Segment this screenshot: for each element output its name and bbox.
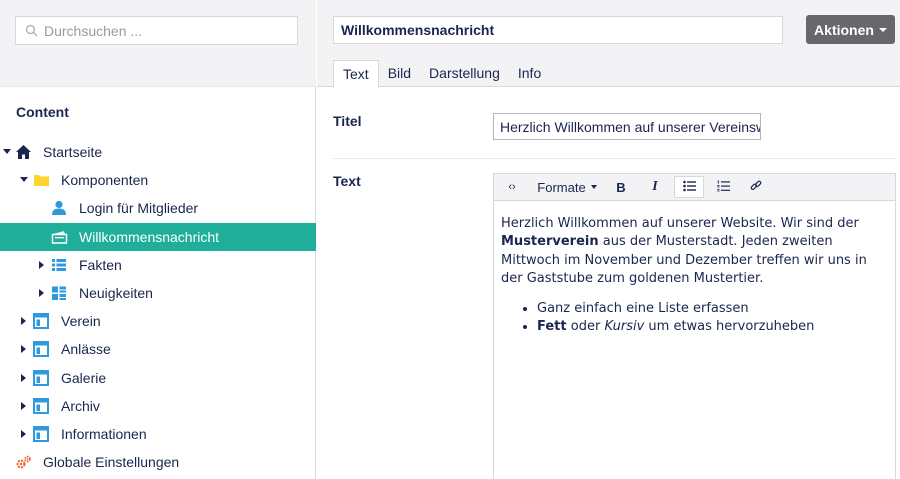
titel-label: Titel [333,113,362,129]
tree-item-galerie[interactable]: Galerie [0,364,316,392]
search-input[interactable] [44,22,284,39]
editor-toolbar: ‹› Formate B I [494,174,895,201]
tree-item-label: Informationen [61,425,147,442]
search-icon [24,24,38,38]
collapse-caret-icon[interactable] [3,149,11,154]
sidebar: Content Startseite Komponenten Login für… [0,0,316,479]
tree-item-anlaesse[interactable]: Anlässe [0,335,316,363]
tree-item-globale-einstellungen[interactable]: Globale Einstellungen [0,448,316,476]
tree-item-komponenten[interactable]: Komponenten [0,166,316,194]
actions-button[interactable]: Aktionen [806,15,895,44]
list-icon [51,257,67,273]
expand-caret-icon[interactable] [21,345,26,354]
content-list: Ganz einfach eine Liste erfassen Fett od… [501,300,888,336]
tree-item-label: Globale Einstellungen [43,454,180,471]
expand-caret-icon[interactable] [39,288,44,297]
tree-item-informationen[interactable]: Informationen [0,420,316,448]
list-item: Ganz einfach eine Liste erfassen [537,300,888,318]
page-icon [33,369,49,386]
tree-item-verein[interactable]: Verein [0,307,316,335]
tree-item-willkommensnachricht[interactable]: Willkommensnachricht [0,222,316,251]
page-icon [33,425,49,442]
expand-caret-icon[interactable] [21,401,26,410]
caret-down-icon [878,27,887,32]
bold-text: Musterverein [501,234,599,250]
tree-item-fakten[interactable]: Fakten [0,251,316,279]
text-label: Text [333,173,361,189]
actions-label: Aktionen [814,21,874,38]
tab-bar: Text Bild Darstellung Info [333,59,550,88]
tree-item-label: Fakten [79,256,122,273]
list-item-text: um etwas hervorzuheben [644,319,815,335]
editor-content[interactable]: Herzlich Willkommen auf unserer Website.… [494,201,895,336]
italic-button[interactable]: I [647,176,663,198]
expand-caret-icon[interactable] [21,429,26,438]
content-heading: Content [16,104,69,120]
formats-dropdown[interactable]: Formate [535,176,599,198]
page-icon [33,341,49,358]
tab-bild[interactable]: Bild [379,59,420,87]
page-tree: Startseite Komponenten Login für Mitglie… [0,138,316,476]
element-name-input[interactable] [333,16,783,44]
tree-item-label: Login für Mitglieder [79,200,199,217]
list-item: Fett oder Kursiv um etwas hervorzuheben [537,318,888,336]
tab-darstellung[interactable]: Darstellung [420,59,509,87]
message-icon [51,229,68,245]
search-box[interactable] [15,16,298,45]
link-icon [750,180,762,195]
expand-caret-icon[interactable] [21,373,26,382]
formats-label: Formate [537,179,586,195]
list-item-text: oder [566,319,605,335]
italic-text: Kursiv [604,319,645,335]
tree-item-archiv[interactable]: Archiv [0,392,316,420]
bullet-list-icon [682,180,696,195]
expand-caret-icon[interactable] [21,317,26,326]
tree-item-neuigkeiten[interactable]: Neuigkeiten [0,279,316,307]
tree-item-label: Galerie [61,369,107,386]
titel-input[interactable] [493,113,761,140]
sidebar-header [0,0,316,87]
tree-item-label: Verein [61,313,101,330]
source-code-button[interactable]: ‹› [503,176,521,198]
field-divider [333,158,895,159]
collapse-caret-icon[interactable] [20,177,28,183]
paragraph-text: Herzlich Willkommen auf unserer Website.… [501,216,859,231]
bold-button[interactable]: B [613,176,629,198]
tree-item-label: Startseite [43,144,103,161]
home-icon [15,144,31,160]
gears-icon [15,454,31,470]
user-icon [51,200,67,216]
page-icon [33,397,49,414]
folder-icon [33,172,49,188]
tree-item-label: Komponenten [61,172,149,189]
tree-item-label: Neuigkeiten [79,285,153,302]
list-item-text: Ganz einfach eine Liste erfassen [537,301,749,317]
content-paragraph: Herzlich Willkommen auf unserer Website.… [501,215,888,288]
tree-item-label: Willkommensnachricht [79,228,220,245]
tab-info[interactable]: Info [509,59,550,87]
tree-item-label: Archiv [61,397,100,414]
page-icon [33,313,49,330]
tree-item-startseite[interactable]: Startseite [0,138,316,166]
news-icon [51,285,67,301]
link-button[interactable] [748,176,764,198]
bold-text: Fett [537,319,567,335]
rich-text-editor: ‹› Formate B I Herzlich Willkommen auf u… [493,173,896,479]
bullet-list-button[interactable] [674,176,704,198]
numbered-list-icon [716,180,730,195]
numbered-list-button[interactable] [714,176,732,198]
tree-item-label: Anlässe [61,341,111,358]
tree-item-login[interactable]: Login für Mitglieder [0,194,316,222]
expand-caret-icon[interactable] [39,260,44,269]
tab-text[interactable]: Text [333,60,379,88]
chevron-down-icon [590,185,597,189]
